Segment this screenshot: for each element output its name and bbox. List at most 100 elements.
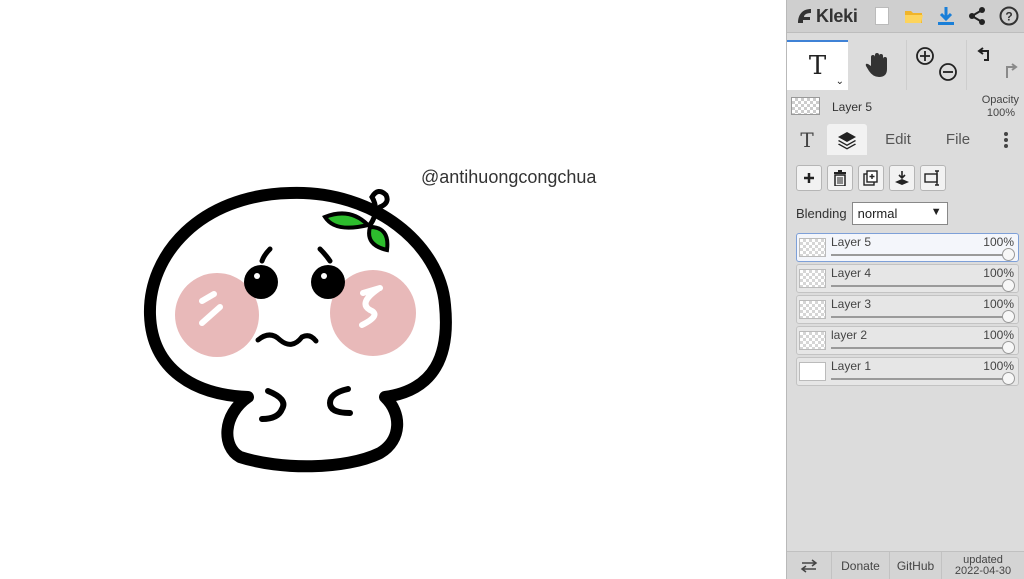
updated-date: 2022-04-30 xyxy=(954,564,1012,577)
share-button[interactable] xyxy=(961,0,993,33)
share-icon xyxy=(969,7,986,25)
layer-thumbnail xyxy=(799,362,826,381)
github-link[interactable]: GitHub xyxy=(890,552,942,579)
top-bar: Kleki ? xyxy=(787,0,1024,33)
current-layer-name: Layer 5 xyxy=(832,100,873,114)
panel-tabs: T Edit File xyxy=(787,124,1024,155)
more-menu-button[interactable] xyxy=(987,124,1024,155)
save-button[interactable] xyxy=(930,0,962,33)
open-button[interactable] xyxy=(898,0,930,33)
layer-opacity: 100% xyxy=(983,297,1014,311)
opacity-label: Opacity xyxy=(981,94,1019,106)
slider-handle[interactable] xyxy=(1002,279,1015,292)
hand-tool-icon xyxy=(865,53,887,77)
duplicate-icon xyxy=(863,170,878,186)
slider-handle[interactable] xyxy=(1002,341,1015,354)
layer-opacity: 100% xyxy=(983,359,1014,373)
tool-row: T ⌄ xyxy=(787,40,1024,90)
blending-row: Blending normal ▼ xyxy=(796,201,1021,225)
tab-edit[interactable]: Edit xyxy=(867,124,929,155)
svg-text:?: ? xyxy=(1005,10,1012,24)
rename-icon xyxy=(924,170,939,186)
rename-layer-button[interactable] xyxy=(920,165,946,191)
zoom-in-icon[interactable] xyxy=(915,46,935,66)
blending-select[interactable]: normal ▼ xyxy=(851,201,948,225)
slider-handle[interactable] xyxy=(1002,248,1015,261)
layer-opacity-slider[interactable] xyxy=(831,316,1006,318)
kleki-app: @antihuongcongchua Kleki ? T ⌄ Layer 5 O… xyxy=(0,0,1024,579)
drawing-canvas[interactable]: @antihuongcongchua xyxy=(0,0,786,579)
layer-opacity-slider[interactable] xyxy=(831,347,1006,349)
current-layer-thumbnail xyxy=(791,97,820,115)
layer-item[interactable]: Layer 3 100% xyxy=(796,295,1019,324)
left-eye xyxy=(244,265,278,299)
hand-tool-button[interactable] xyxy=(848,40,906,90)
blending-label: Blending xyxy=(796,205,847,221)
blending-value: normal xyxy=(857,205,898,221)
redo-icon[interactable] xyxy=(999,62,1019,82)
layer-list: Layer 5 100% Layer 4 100% Layer 3 100% l… xyxy=(796,233,1019,388)
layer-opacity-slider[interactable] xyxy=(831,285,1006,287)
text-tool-icon: T xyxy=(808,51,827,81)
layer-thumbnail xyxy=(799,300,826,319)
mochi-character-drawing xyxy=(143,186,452,473)
zoom-controls xyxy=(906,40,966,90)
layer-name: Layer 1 xyxy=(831,359,872,373)
layer-thumbnail xyxy=(799,269,826,288)
layer-actions xyxy=(796,165,951,191)
more-vertical-icon xyxy=(1004,131,1008,148)
updated-info[interactable]: updated 2022-04-30 xyxy=(942,552,1024,579)
undo-icon[interactable] xyxy=(976,46,996,66)
sidebar: Kleki ? T ⌄ Layer 5 Opacity 100% T Edit … xyxy=(786,0,1024,579)
chevron-down-icon: ▼ xyxy=(930,205,942,218)
add-layer-button[interactable] xyxy=(796,165,822,191)
plus-icon xyxy=(804,173,814,183)
layer-thumbnail xyxy=(799,331,826,350)
tab-layers[interactable] xyxy=(827,124,867,155)
tab-tool-settings[interactable]: T xyxy=(787,124,827,155)
current-layer-info: Layer 5 Opacity 100% xyxy=(787,92,1024,124)
layer-opacity: 100% xyxy=(983,328,1014,342)
duplicate-layer-button[interactable] xyxy=(858,165,884,191)
layers-icon xyxy=(838,131,856,149)
layer-thumbnail xyxy=(799,238,826,257)
updated-label: updated xyxy=(963,553,1003,566)
layer-opacity: 100% xyxy=(983,235,1014,249)
text-tool-button[interactable]: T ⌄ xyxy=(787,40,848,90)
layer-item[interactable]: Layer 5 100% xyxy=(796,233,1019,262)
delete-layer-button[interactable] xyxy=(827,165,853,191)
slider-handle[interactable] xyxy=(1002,310,1015,323)
app-name: Kleki xyxy=(816,5,858,26)
layer-opacity: 100% xyxy=(983,266,1014,280)
layer-item[interactable]: Layer 4 100% xyxy=(796,264,1019,293)
trash-icon xyxy=(834,170,846,186)
layer-name: layer 2 xyxy=(831,328,868,342)
new-button[interactable] xyxy=(866,0,898,33)
undo-redo-controls xyxy=(966,40,1024,90)
kleki-logo[interactable]: Kleki xyxy=(795,2,866,30)
slider-handle[interactable] xyxy=(1002,372,1015,385)
tab-file[interactable]: File xyxy=(929,124,987,155)
layer-name: Layer 4 xyxy=(831,266,872,280)
swap-sides-button[interactable] xyxy=(787,552,832,579)
opacity-value[interactable]: 100% xyxy=(987,107,1015,119)
right-eye xyxy=(311,265,345,299)
layers-panel: Blending normal ▼ Layer 5 100% Layer 4 1… xyxy=(787,155,1024,550)
footer-bar: Donate GitHub updated 2022-04-30 xyxy=(787,551,1024,579)
chevron-down-icon[interactable]: ⌄ xyxy=(836,76,844,87)
download-icon xyxy=(937,7,954,25)
merge-layer-button[interactable] xyxy=(889,165,915,191)
kleki-logo-icon xyxy=(798,9,811,23)
layer-opacity-slider[interactable] xyxy=(831,378,1006,380)
zoom-out-icon[interactable] xyxy=(938,62,958,82)
layer-item[interactable]: Layer 1 100% xyxy=(796,357,1019,386)
help-button[interactable]: ? xyxy=(993,0,1024,33)
swap-arrows-icon xyxy=(800,558,818,573)
layer-item[interactable]: layer 2 100% xyxy=(796,326,1019,355)
layer-opacity-slider[interactable] xyxy=(831,254,1006,256)
layer-name: Layer 5 xyxy=(831,235,872,249)
new-file-icon xyxy=(875,7,890,25)
donate-link[interactable]: Donate xyxy=(832,552,890,579)
merge-down-icon xyxy=(895,171,909,185)
text-tab-icon: T xyxy=(800,127,814,152)
